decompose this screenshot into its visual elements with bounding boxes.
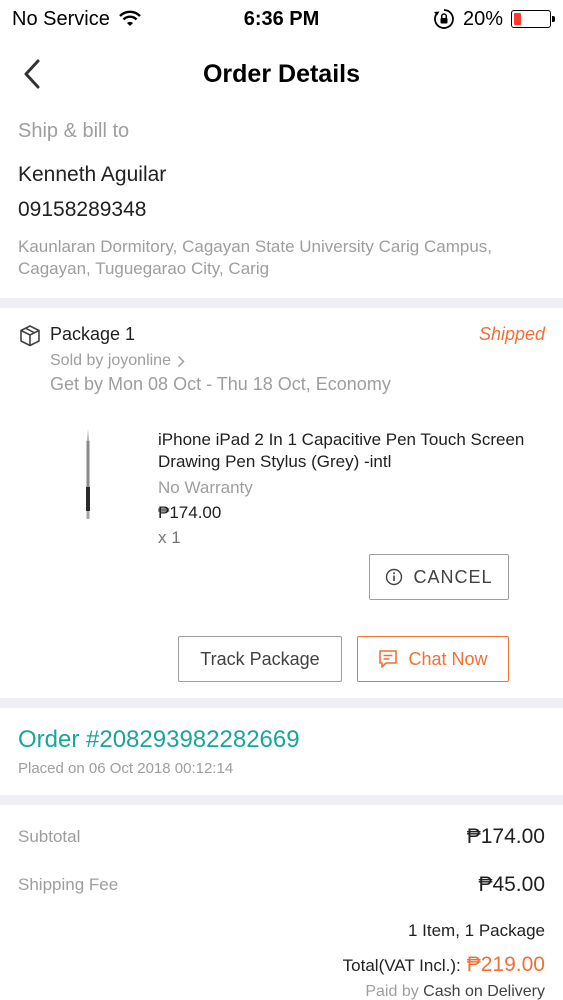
product-item[interactable]: iPhone iPad 2 In 1 Capacitive Pen Touch …: [18, 429, 545, 548]
order-placed-date: Placed on 06 Oct 2018 00:12:14: [18, 760, 234, 777]
package-title: Package 1: [50, 324, 136, 344]
package-box-icon: [20, 325, 40, 347]
package-header: Package 1 Shipped: [18, 324, 545, 348]
orientation-lock-icon: [433, 9, 454, 29]
page-header: Order Details: [0, 38, 563, 110]
delivery-estimate: Get by Mon 08 Oct - Thu 18 Oct, Economy: [50, 374, 391, 394]
totals-section: Subtotal ₱174.00 Shipping Fee ₱45.00 1 I…: [0, 805, 563, 1000]
status-left: No Service: [12, 8, 142, 31]
carrier-text: No Service: [12, 7, 110, 30]
info-icon: [386, 568, 403, 586]
seller-link[interactable]: Sold by joyonline: [50, 352, 545, 370]
recipient-phone: 09158289348: [18, 198, 147, 221]
shipping-fee-row: Shipping Fee ₱45.00: [18, 873, 545, 897]
product-warranty: No Warranty: [158, 478, 253, 497]
chevron-left-icon: [24, 59, 40, 89]
sold-by-text: Sold by joyonline: [50, 352, 171, 369]
track-package-button[interactable]: Track Package: [178, 636, 342, 682]
recipient-address: Kaunlaran Dormitory, Cagayan State Unive…: [18, 237, 492, 278]
payment-method: Paid by Cash on Delivery: [18, 983, 545, 1000]
paid-by-label: Paid by: [365, 983, 419, 1000]
wifi-icon: [118, 10, 141, 26]
recipient-name: Kenneth Aguilar: [18, 163, 167, 186]
section-divider: [0, 698, 563, 708]
total-row: Total(VAT Incl.): ₱219.00: [18, 953, 545, 977]
order-section: Order #208293982282669 Placed on 06 Oct …: [0, 708, 563, 795]
chevron-right-icon: [177, 355, 185, 367]
back-button[interactable]: [14, 54, 50, 94]
ship-bill-label: Ship & bill to: [18, 120, 130, 142]
total-value: ₱219.00: [466, 953, 545, 976]
status-right: 20%: [433, 7, 555, 31]
package-section: Package 1 Shipped Sold by joyonline Get …: [0, 308, 563, 698]
page-title: Order Details: [202, 59, 360, 88]
total-label: Total(VAT Incl.):: [342, 956, 461, 975]
section-divider: [0, 795, 563, 805]
section-divider: [0, 298, 563, 308]
stylus-image: [86, 429, 90, 519]
package-status: Shipped: [478, 324, 545, 344]
chat-label: Chat Now: [408, 648, 488, 669]
product-info: iPhone iPad 2 In 1 Capacitive Pen Touch …: [158, 429, 545, 548]
product-name: iPhone iPad 2 In 1 Capacitive Pen Touch …: [158, 430, 525, 471]
chat-icon: [379, 650, 398, 668]
subtotal-label: Subtotal: [18, 827, 81, 846]
shipping-fee-label: Shipping Fee: [18, 875, 119, 894]
paid-by-method: Cash on Delivery: [423, 983, 545, 1000]
battery-level: [514, 13, 521, 25]
cancel-label: CANCEL: [413, 566, 493, 587]
battery-percent: 20%: [462, 7, 503, 30]
subtotal-row: Subtotal ₱174.00: [18, 825, 545, 849]
track-label: Track Package: [200, 648, 320, 669]
chat-now-button[interactable]: Chat Now: [357, 636, 509, 682]
shipping-section: Ship & bill to Kenneth Aguilar 091582893…: [0, 110, 563, 298]
product-quantity: x 1: [158, 528, 181, 547]
items-count: 1 Item, 1 Package: [407, 921, 545, 940]
subtotal-value: ₱174.00: [466, 825, 545, 848]
status-bar: No Service 6:36 PM 20%: [0, 0, 563, 38]
battery-icon: [511, 10, 555, 28]
shipping-fee-value: ₱45.00: [478, 873, 545, 896]
product-image: [18, 429, 158, 529]
cancel-button[interactable]: CANCEL: [369, 554, 509, 600]
order-number: Order #208293982282669: [18, 726, 300, 753]
product-price: ₱174.00: [158, 503, 222, 522]
